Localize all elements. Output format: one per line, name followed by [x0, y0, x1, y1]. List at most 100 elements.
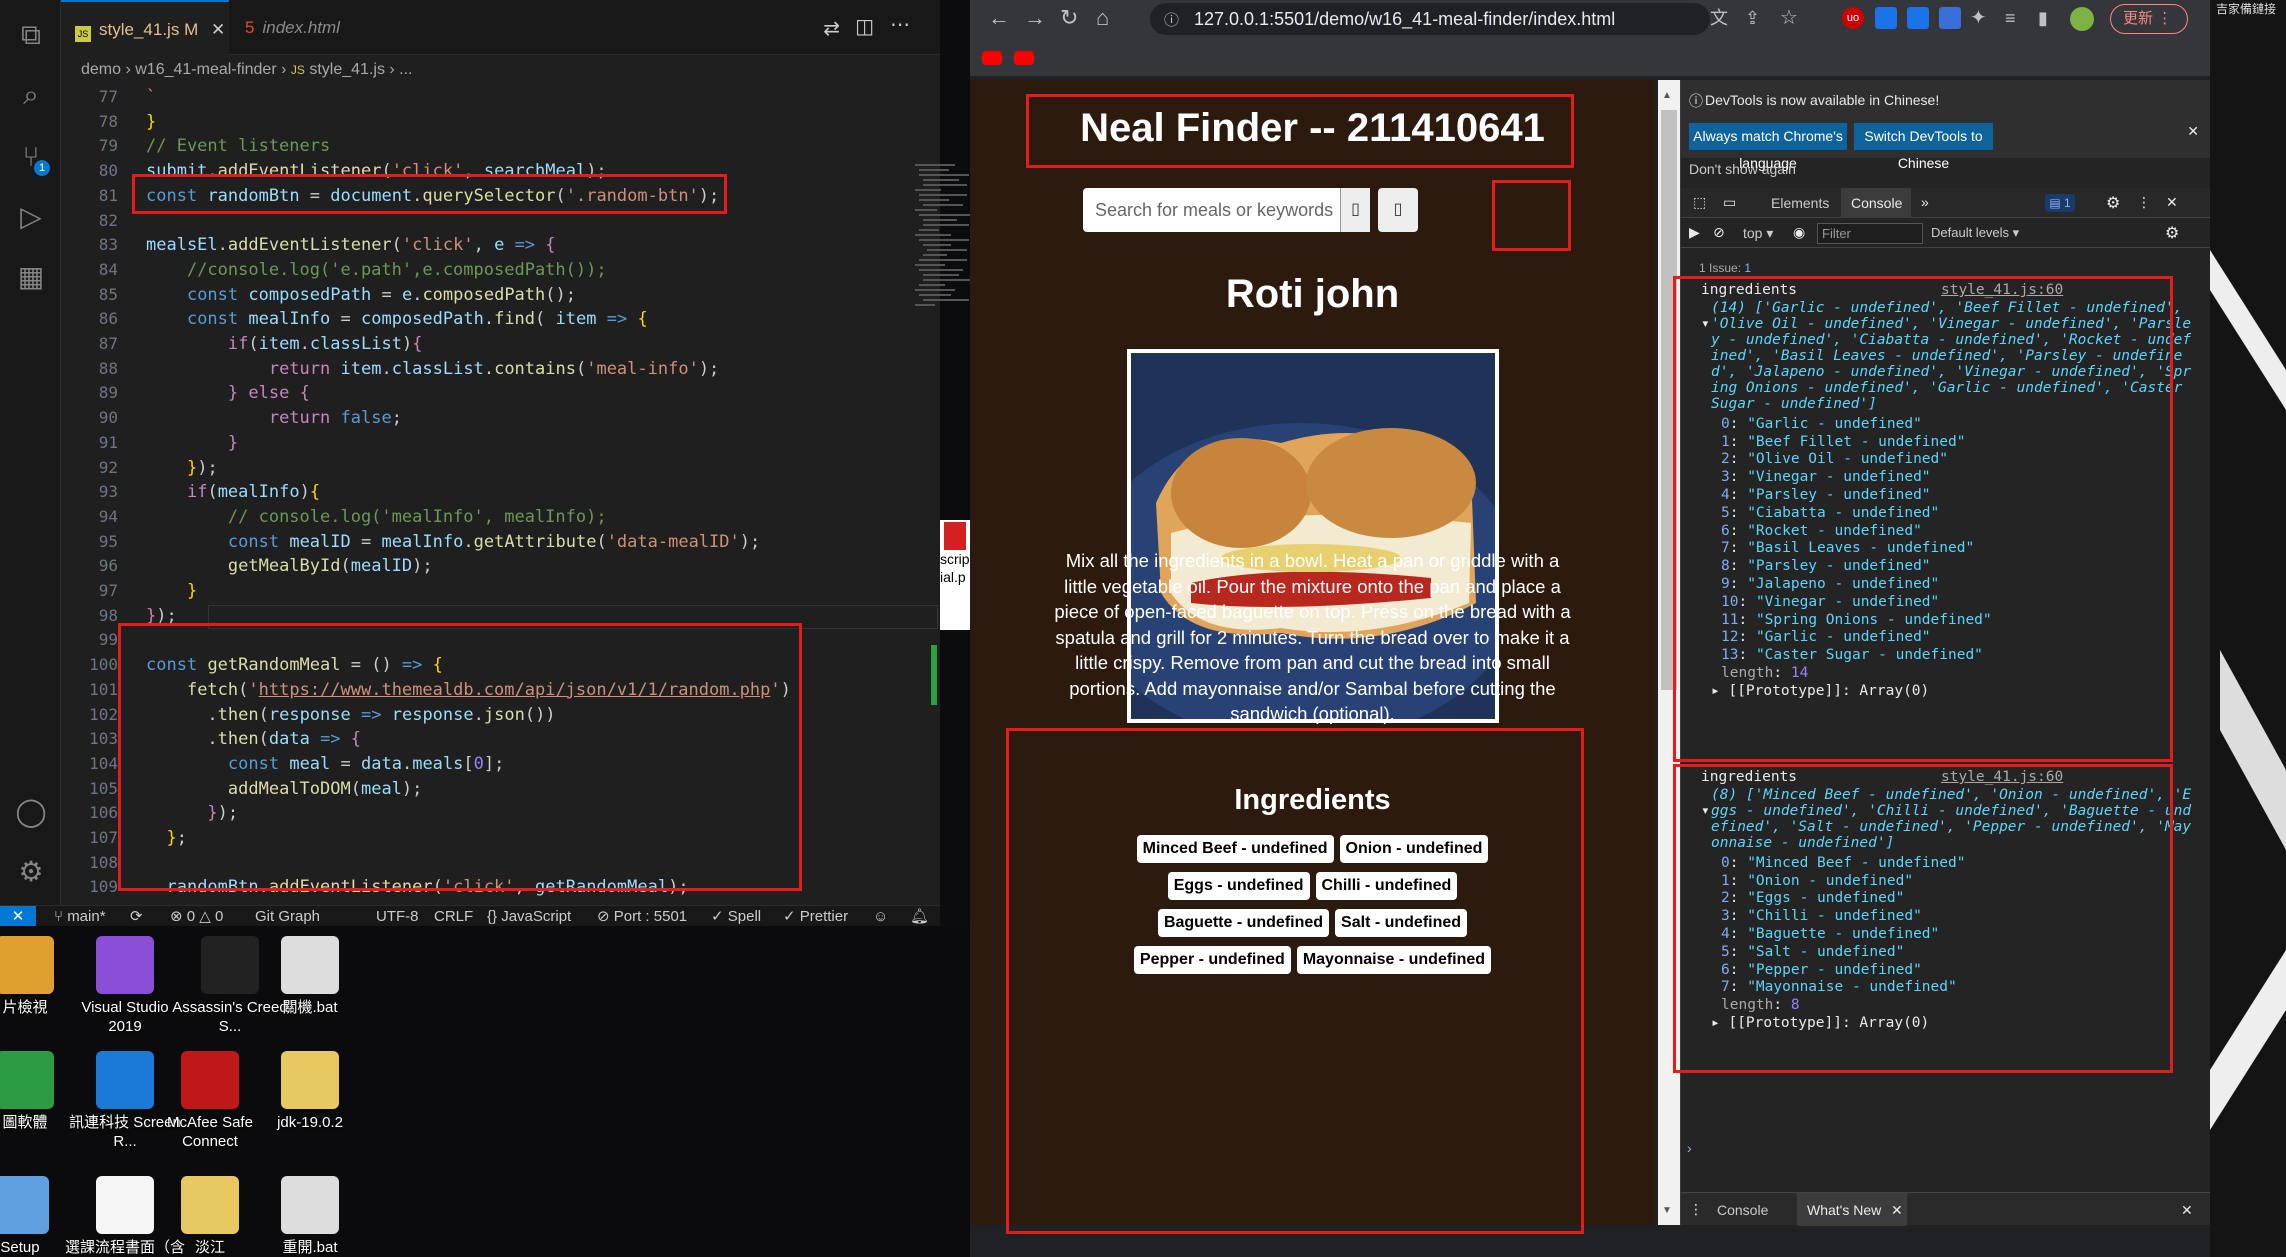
- partial-desktop-icon[interactable]: scrip ial.p: [940, 520, 970, 630]
- account-icon[interactable]: ◯: [14, 795, 48, 829]
- scroll-down-icon[interactable]: ▼: [1662, 1205, 1672, 1216]
- profile-avatar[interactable]: [2070, 7, 2094, 31]
- breadcrumb-item[interactable]: ...: [399, 61, 412, 78]
- code-editor[interactable]: 77 ` 78} 79 // Event listeners 80 submit.addEv…: [61, 85, 973, 921]
- console-settings-icon[interactable]: ⚙: [2165, 223, 2179, 243]
- eol-indicator[interactable]: CRLF: [434, 906, 473, 927]
- dont-show-again-link[interactable]: Don't show again: [1689, 161, 1796, 177]
- expand-arrow-icon[interactable]: ▾: [1701, 803, 1710, 821]
- reading-list-icon[interactable]: ≡: [2005, 3, 2016, 33]
- match-language-button[interactable]: Always match Chrome's language: [1689, 123, 1847, 171]
- device-toolbar-icon[interactable]: ▭: [1723, 194, 1736, 211]
- context-selector[interactable]: top ▾: [1743, 225, 1773, 242]
- bookmark-star-icon[interactable]: ☆: [1780, 3, 1798, 33]
- split-editor-icon[interactable]: ◫: [855, 14, 874, 39]
- scroll-up-icon[interactable]: ▲: [1662, 90, 1672, 101]
- random-button[interactable]: ▯: [1378, 188, 1418, 232]
- tab-elements[interactable]: Elements: [1771, 195, 1829, 211]
- console-filter-input[interactable]: Filter: [1817, 223, 1923, 244]
- share-icon[interactable]: ⇪: [1745, 3, 1760, 33]
- log-prototype[interactable]: ▸ [[Prototype]]: Array(0): [1711, 683, 1929, 701]
- page-scrollbar[interactable]: ▲ ▼: [1658, 80, 1680, 1225]
- switch-chinese-button[interactable]: Switch DevTools to Chinese: [1854, 123, 1993, 171]
- git-graph-button[interactable]: Git Graph: [255, 906, 320, 927]
- language-indicator[interactable]: {} JavaScript: [487, 906, 571, 927]
- drawer-menu-icon[interactable]: ⋮: [1689, 1201, 1703, 1218]
- feedback-icon[interactable]: ☺: [873, 906, 888, 927]
- live-server-port[interactable]: ⊘ Port : 5501: [597, 906, 687, 927]
- side-panel-icon[interactable]: ▮: [2038, 3, 2048, 33]
- array-value: "Ciabatta - undefined": [1747, 504, 1940, 521]
- code-line: const meal = data.meals[0];: [227, 753, 505, 774]
- youtube-bookmark-icon[interactable]: [1014, 51, 1034, 65]
- explorer-icon[interactable]: ⧉: [14, 18, 48, 52]
- back-icon[interactable]: ←: [988, 3, 1010, 33]
- inspect-icon[interactable]: ⬚: [1693, 194, 1706, 211]
- breadcrumb-item[interactable]: style_41.js: [309, 61, 385, 78]
- live-expression-icon[interactable]: ◉: [1793, 224, 1805, 241]
- search-input[interactable]: Search for meals or keywords: [1083, 188, 1340, 232]
- expand-arrow-icon[interactable]: ▾: [1701, 316, 1710, 334]
- log-prototype[interactable]: ▸ [[Prototype]]: Array(0): [1711, 1015, 1929, 1033]
- extensions-puzzle-icon[interactable]: ✦: [1970, 3, 1987, 33]
- reload-icon[interactable]: ↻: [1060, 3, 1078, 33]
- encoding-indicator[interactable]: UTF-8: [376, 906, 419, 927]
- ublock-icon[interactable]: uo: [1842, 7, 1864, 29]
- close-icon[interactable]: ✕: [211, 20, 225, 39]
- log-levels-dropdown[interactable]: Default levels ▾: [1931, 225, 2019, 241]
- search-icon[interactable]: ⌕: [14, 78, 48, 112]
- clear-console-icon[interactable]: ⊘: [1713, 224, 1725, 241]
- close-devtools-icon[interactable]: ✕: [2166, 194, 2178, 211]
- sync-icon[interactable]: ⟳: [130, 906, 143, 927]
- update-button[interactable]: 更新 ⋮: [2110, 4, 2188, 34]
- extension-icon[interactable]: [1875, 7, 1897, 29]
- youtube-bookmark-icon[interactable]: [982, 51, 1002, 65]
- console-prompt-icon[interactable]: ›: [1687, 1140, 1692, 1156]
- drawer-tab-console[interactable]: Console: [1717, 1202, 1768, 1218]
- branch-indicator[interactable]: ⑂ main*: [54, 906, 106, 927]
- url-field[interactable]: ⓘ 127.0.0.1:5501/demo/w16_41-meal-finder…: [1150, 3, 1710, 35]
- spell-indicator[interactable]: ✓ Spell: [711, 906, 761, 927]
- close-banner-icon[interactable]: ✕: [2187, 123, 2199, 140]
- more-tabs-icon[interactable]: »: [1921, 194, 1929, 210]
- extensions-icon[interactable]: ▦: [14, 260, 48, 294]
- drawer-tab-whats-new[interactable]: What's New ✕: [1797, 1193, 1907, 1226]
- close-tab-icon[interactable]: ✕: [1891, 1202, 1903, 1219]
- more-options-icon[interactable]: ⋮: [2137, 194, 2151, 211]
- expand-arrow-icon[interactable]: ▸: [1711, 1015, 1728, 1031]
- extension-icon[interactable]: [1939, 7, 1961, 29]
- sidebar-toggle-icon[interactable]: ▶︎: [1689, 224, 1700, 241]
- scroll-thumb[interactable]: [1661, 110, 1677, 690]
- breadcrumb-item[interactable]: w16_41-meal-finder: [135, 61, 276, 78]
- remote-icon[interactable]: ✕: [0, 906, 36, 927]
- tab-index-html[interactable]: 5 index.html: [231, 0, 401, 55]
- desktop-icon[interactable]: jdk-19.0.2: [250, 1051, 370, 1132]
- home-icon[interactable]: ⌂: [1096, 3, 1109, 33]
- close-drawer-icon[interactable]: ✕: [2181, 1202, 2193, 1219]
- git-compare-icon[interactable]: ⇄: [823, 16, 840, 41]
- issues-badge[interactable]: ▤ 1: [2045, 194, 2075, 212]
- issues-line[interactable]: 1 Issue: 1: [1699, 261, 1751, 275]
- extension-icon[interactable]: [1907, 7, 1929, 29]
- manage-gear-icon[interactable]: ⚙: [14, 855, 48, 889]
- notifications-icon[interactable]: 🔔︎: [910, 906, 929, 927]
- tab-style-js[interactable]: JS style_41.js M ✕: [61, 0, 229, 55]
- problems-indicator[interactable]: ⊗ 0 △ 0: [170, 906, 223, 927]
- tab-console[interactable]: Console: [1841, 188, 1911, 218]
- desktop-icon[interactable]: 重開.bat: [250, 1176, 370, 1257]
- translate-icon[interactable]: 文: [1710, 3, 1728, 33]
- site-info-icon[interactable]: ⓘ: [1164, 9, 1179, 30]
- settings-gear-icon[interactable]: ⚙: [2106, 193, 2120, 213]
- run-debug-icon[interactable]: ▷: [14, 200, 48, 234]
- desktop-icon[interactable]: Visual Studio 2019: [65, 936, 185, 1036]
- search-submit-button[interactable]: ▯: [1340, 188, 1370, 232]
- desktop-icon[interactable]: 關機.bat: [250, 936, 370, 1017]
- breadcrumb-item[interactable]: demo: [81, 61, 121, 78]
- array-value: "Basil Leaves - undefined": [1747, 540, 1975, 557]
- log-source-link[interactable]: style_41.js:60: [1941, 769, 2063, 787]
- prettier-indicator[interactable]: ✓ Prettier: [783, 906, 848, 927]
- forward-icon[interactable]: →: [1024, 3, 1046, 33]
- log-source-link[interactable]: style_41.js:60: [1941, 282, 2063, 300]
- more-actions-icon[interactable]: ⋯: [890, 12, 910, 37]
- expand-arrow-icon[interactable]: ▸: [1711, 683, 1728, 699]
